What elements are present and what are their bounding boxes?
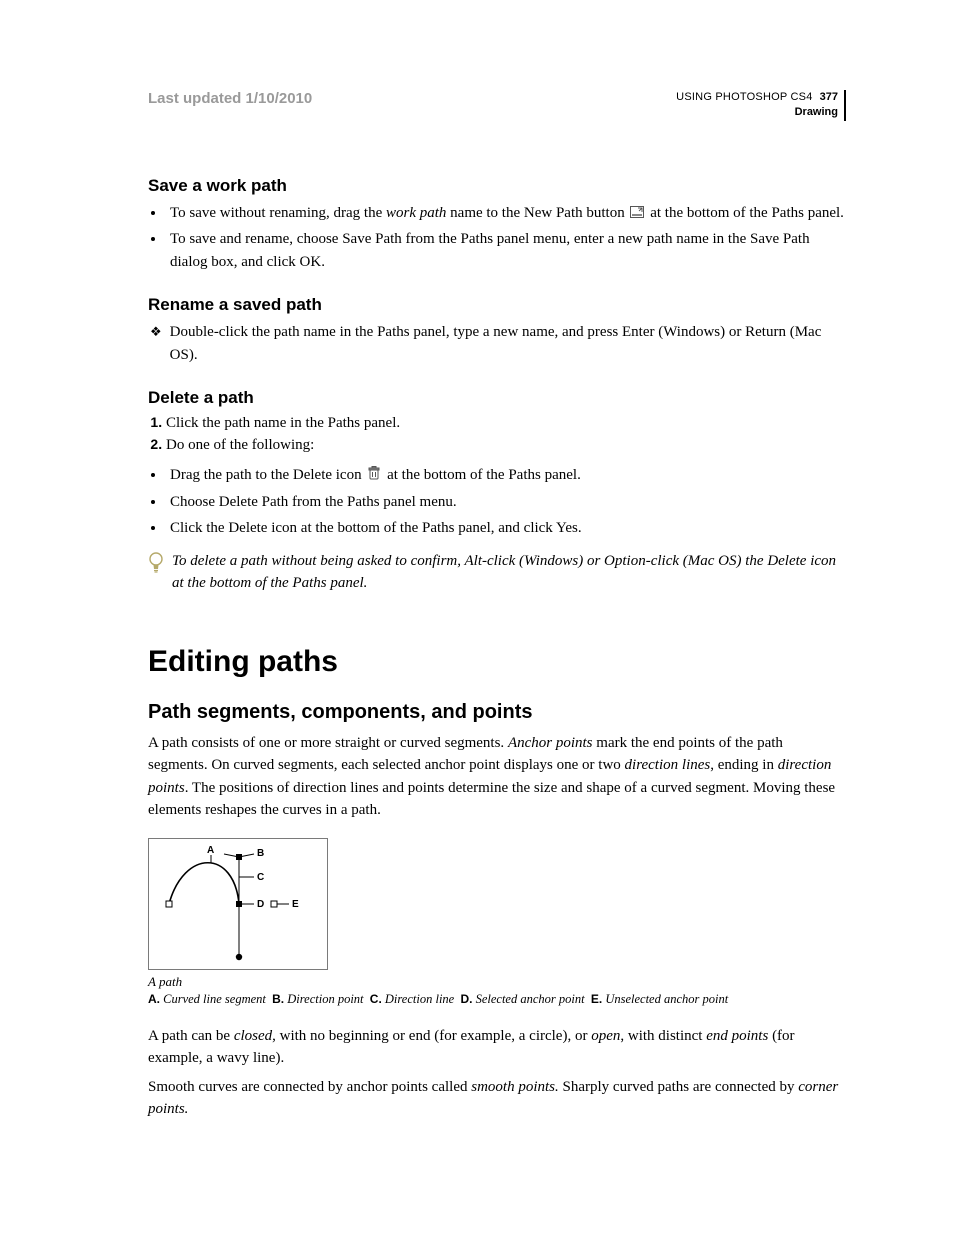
text-italic: direction lines (625, 757, 711, 773)
list-item: Drag the path to the Delete icon at the … (166, 464, 846, 487)
tip-text: To delete a path without being asked to … (172, 550, 846, 595)
page-number: 377 (816, 91, 838, 103)
heading-save-work-path: Save a work path (148, 176, 846, 196)
text: Double-click the path name in the Paths … (170, 321, 846, 366)
label-C: C (257, 872, 264, 883)
heading-delete-path: Delete a path (148, 388, 846, 408)
last-updated: Last updated 1/10/2010 (148, 90, 312, 107)
step-2: Do one of the following: (166, 436, 846, 454)
heading-rename-path: Rename a saved path (148, 295, 846, 315)
lightbulb-icon (148, 552, 164, 574)
text: A path can be (148, 1028, 234, 1044)
path-diagram: A B C D E A path A. Curved line segment … (148, 838, 846, 1007)
legend-value: Unselected anchor point (605, 992, 728, 1006)
diagram-frame: A B C D E (148, 838, 328, 970)
rename-line: ❖ Double-click the path name in the Path… (148, 321, 846, 366)
list-item: Click the Delete icon at the bottom of t… (166, 517, 846, 540)
diamond-bullet-icon: ❖ (150, 321, 162, 343)
paragraph: A path can be closed, with no beginning … (148, 1025, 846, 1070)
heading-path-segments: Path segments, components, and points (148, 701, 846, 724)
text: To save without renaming, drag the (170, 205, 386, 221)
text-italic: smooth points. (471, 1079, 559, 1095)
label-A: A (207, 845, 214, 856)
list-item: Choose Delete Path from the Paths panel … (166, 491, 846, 514)
text: Click the path name in the Paths panel. (166, 415, 400, 431)
text: name to the New Path button (446, 205, 628, 221)
chapter-name: Drawing (676, 105, 838, 120)
product-name: USING PHOTOSHOP CS4 (676, 91, 812, 103)
text: at the bottom of the Paths panel. (387, 467, 581, 483)
legend-key: C. (370, 992, 382, 1006)
save-bullets: To save without renaming, drag the work … (148, 202, 846, 274)
text: Sharply curved paths are connected by (559, 1079, 799, 1095)
legend-key: E. (591, 992, 602, 1006)
header-right: USING PHOTOSHOP CS4 377 Drawing (676, 90, 846, 121)
list-item: To save without renaming, drag the work … (166, 202, 846, 225)
text-italic: work path (386, 205, 446, 221)
step-1: Click the path name in the Paths panel. (166, 414, 846, 432)
tip-block: To delete a path without being asked to … (148, 550, 846, 595)
document-page: Last updated 1/10/2010 USING PHOTOSHOP C… (0, 0, 954, 1235)
legend-value: Direction line (385, 992, 454, 1006)
legend-value: Curved line segment (163, 992, 266, 1006)
legend-value: Selected anchor point (476, 992, 585, 1006)
list-item: To save and rename, choose Save Path fro… (166, 228, 846, 273)
label-D: D (257, 899, 264, 910)
legend-value: Direction point (287, 992, 363, 1006)
text: , ending in (710, 757, 778, 773)
diagram-legend: A. Curved line segment B. Direction poin… (148, 992, 846, 1007)
legend-key: A. (148, 992, 160, 1006)
text: A path consists of one or more straight … (148, 735, 508, 751)
text-italic: Anchor points (508, 735, 593, 751)
paragraph: A path consists of one or more straight … (148, 732, 846, 822)
label-E: E (292, 899, 299, 910)
legend-key: B. (272, 992, 284, 1006)
delete-steps: Click the path name in the Paths panel. … (148, 414, 846, 454)
heading-editing-paths: Editing paths (148, 645, 846, 679)
text: at the bottom of the Paths panel. (650, 205, 844, 221)
trash-icon (367, 465, 381, 477)
delete-bullets: Drag the path to the Delete icon at the … (148, 464, 846, 540)
diagram-caption: A path (148, 974, 846, 990)
legend-key: D. (460, 992, 472, 1006)
page-header: Last updated 1/10/2010 USING PHOTOSHOP C… (148, 90, 846, 121)
text: , with distinct (620, 1028, 706, 1044)
new-path-icon (630, 203, 644, 215)
text-italic: open (591, 1028, 620, 1044)
text: Smooth curves are connected by anchor po… (148, 1079, 471, 1095)
text-italic: closed (234, 1028, 272, 1044)
text: . The positions of direction lines and p… (148, 780, 835, 819)
text: , with no beginning or end (for example,… (272, 1028, 591, 1044)
text-italic: end points (706, 1028, 768, 1044)
label-B: B (257, 848, 264, 859)
paragraph: Smooth curves are connected by anchor po… (148, 1076, 846, 1121)
text: Do one of the following: (166, 437, 314, 453)
text: Drag the path to the Delete icon (170, 467, 365, 483)
